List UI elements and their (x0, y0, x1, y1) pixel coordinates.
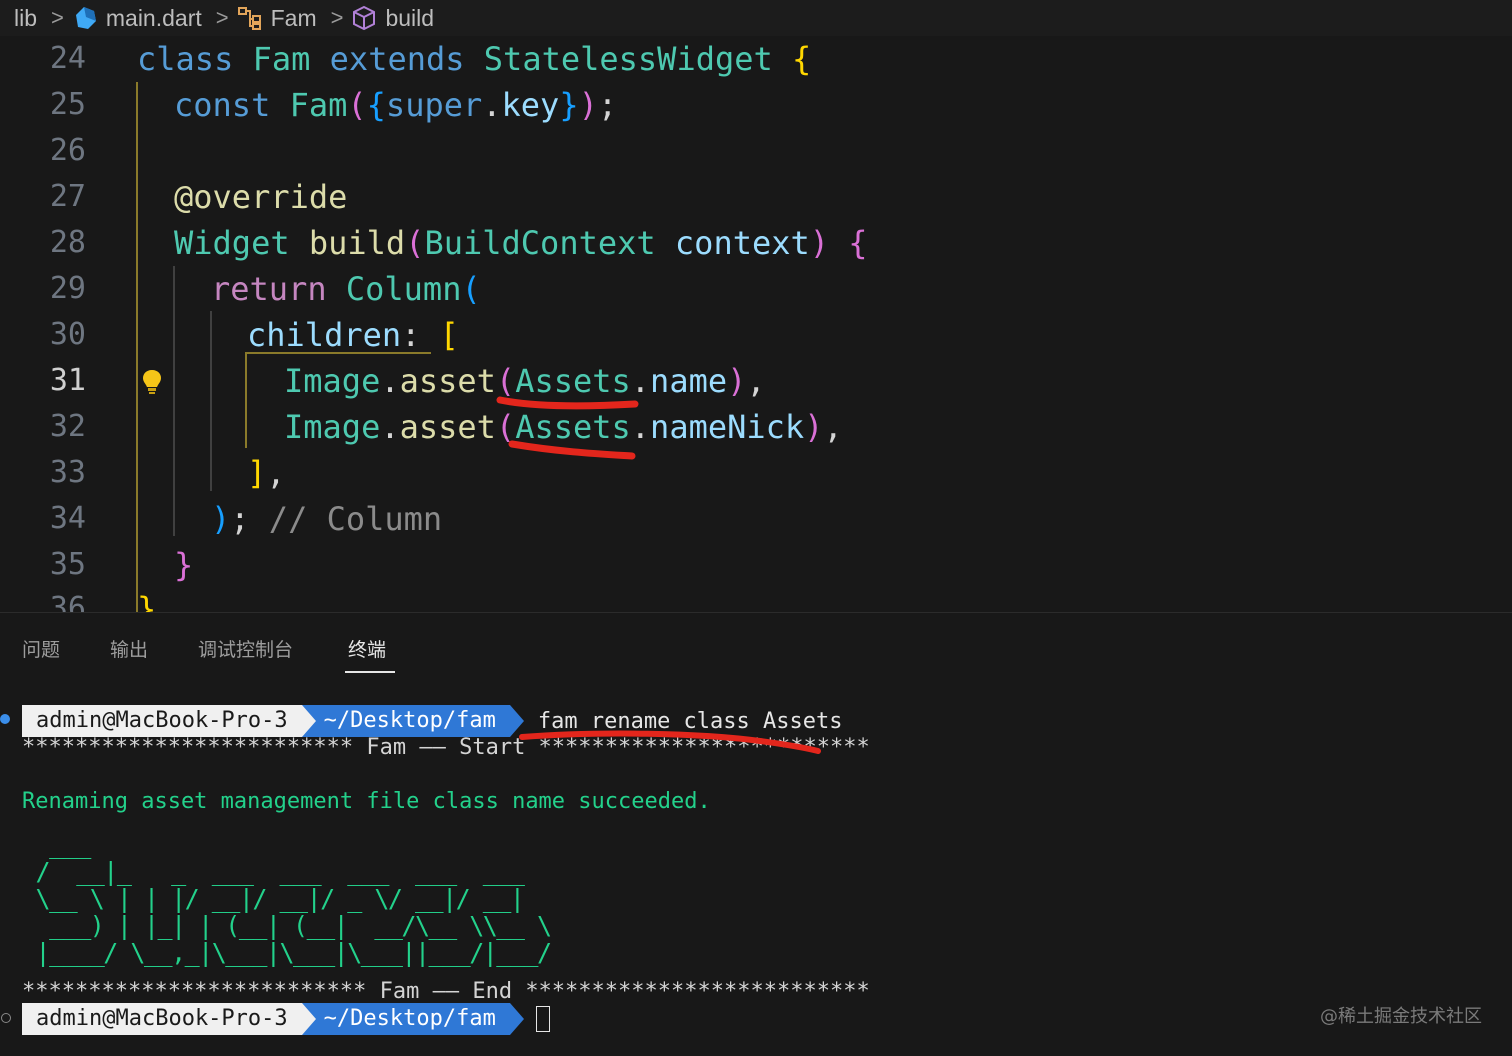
breadcrumb: lib > main.dart > Fam > build (0, 0, 1512, 36)
bottom-panel: 问题 输出 调试控制台 终端 admin@MacBook-Pro-3 ~/Des… (0, 612, 1512, 1056)
breadcrumb-item-lib[interactable]: lib (14, 5, 37, 32)
method-cube-icon (353, 5, 376, 31)
watermark: @稀土掘金技术社区 (1320, 1006, 1482, 1027)
red-underline-annotation (496, 396, 639, 460)
code-editor[interactable]: 24 class Fam extends StatelessWidget { 2… (0, 36, 1512, 612)
breadcrumb-item-method[interactable]: build (351, 5, 434, 32)
breadcrumb-label: lib (14, 4, 38, 31)
chevron-right-icon: > (215, 5, 229, 30)
dart-icon (75, 7, 96, 29)
breadcrumb-item-class[interactable]: Fam (237, 5, 317, 32)
breadcrumb-label: Fam (270, 4, 317, 31)
breadcrumb-label: build (385, 4, 435, 31)
chevron-right-icon: > (330, 5, 344, 30)
red-underline-annotation (519, 730, 821, 754)
breadcrumb-item-file[interactable]: main.dart (72, 5, 202, 32)
breadcrumb-label: main.dart (105, 4, 202, 31)
chevron-right-icon: > (51, 5, 64, 30)
class-icon (237, 7, 261, 30)
